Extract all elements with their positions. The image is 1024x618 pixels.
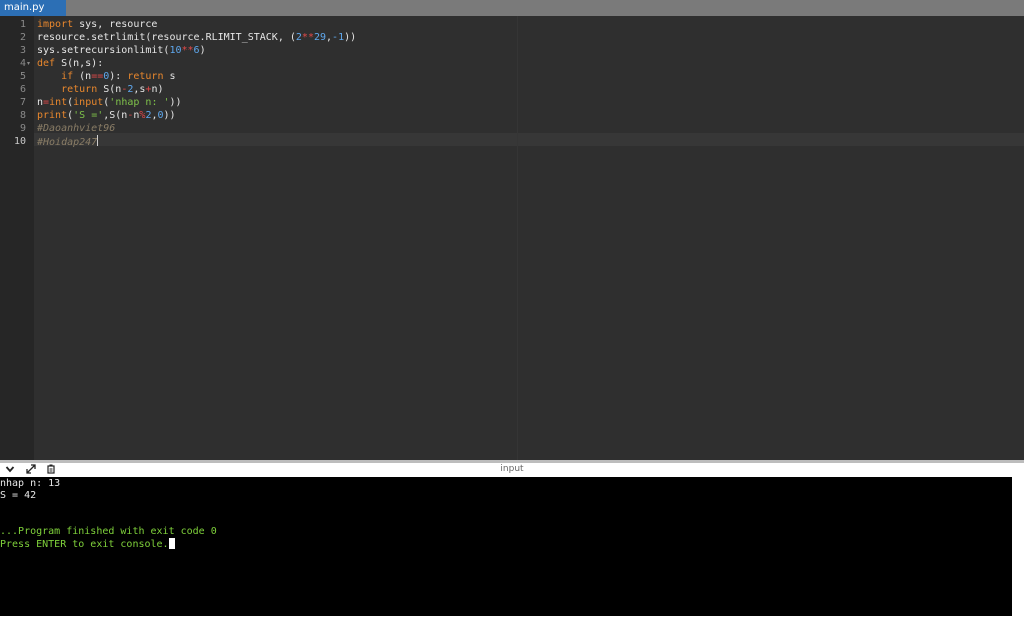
code-line[interactable]: resource.setrlimit(resource.RLIMIT_STACK… <box>37 31 356 44</box>
console-line-text: S = 42 <box>0 490 37 501</box>
console-scrollbar[interactable] <box>1012 477 1024 618</box>
code-token: print <box>37 110 68 121</box>
code-line[interactable]: if (n==0): return s <box>37 70 176 83</box>
code-token: ** <box>181 45 194 56</box>
console-line: nhap n: 13 <box>0 478 60 490</box>
code-token: )) <box>169 97 182 108</box>
console-line-text: ...Program finished with exit code 0 <box>0 526 217 537</box>
code-token: #Hoidap247 <box>37 137 98 148</box>
line-number: 4 <box>19 58 26 69</box>
code-token: ) <box>199 45 206 56</box>
settings-icon[interactable] <box>45 464 57 476</box>
line-number: 3 <box>19 45 26 56</box>
code-token: import <box>37 19 74 30</box>
console-line: Press ENTER to exit console. <box>0 538 175 551</box>
code-token: 29 <box>313 32 327 43</box>
code-line[interactable]: sys.setrecursionlimit(10**6) <box>37 44 206 57</box>
code-line[interactable]: #Daoanhviet96 <box>37 122 115 135</box>
code-token: -1 <box>332 32 345 43</box>
code-token: #Daoanhviet96 <box>37 123 116 134</box>
line-number: 2 <box>19 32 26 43</box>
code-line[interactable]: import sys, resource <box>37 18 157 31</box>
console-line-text: Press ENTER to exit console. <box>0 539 169 550</box>
code-token: ,s <box>133 84 146 95</box>
tab-bar: main.py <box>0 0 1024 16</box>
code-line[interactable]: print('S =',S(n-n%2,0)) <box>37 109 176 122</box>
code-token: s <box>163 71 176 82</box>
line-number: 5 <box>19 71 26 82</box>
code-token: == <box>91 71 104 82</box>
code-token: def <box>37 58 56 69</box>
code-token: )) <box>344 32 357 43</box>
console-cursor <box>168 538 175 549</box>
code-token: input <box>73 97 104 108</box>
chevron-down-icon[interactable] <box>4 464 16 476</box>
expand-icon[interactable] <box>25 464 37 476</box>
code-token: 10 <box>169 45 182 56</box>
code-line[interactable]: n=int(input('nhap n: ')) <box>37 96 182 109</box>
code-token: n) <box>151 84 164 95</box>
fold-toggle-icon[interactable]: ▾ <box>27 57 30 70</box>
code-token: resource.setrlimit(resource.RLIMIT_STACK… <box>37 32 296 43</box>
line-number: 8 <box>19 110 26 121</box>
active-line-highlight <box>34 133 1024 146</box>
code-token: int <box>49 97 68 108</box>
line-number: 7 <box>19 97 26 108</box>
console-line: S = 42 <box>0 490 36 502</box>
code-token: return <box>61 84 98 95</box>
line-number: 1 <box>19 19 26 30</box>
code-line[interactable]: return S(n-2,s+n) <box>37 83 164 96</box>
code-editor[interactable]: 1 2 3 4 5 6 7 8 9 10 ▾ import sys, resource resourc… <box>0 16 1024 460</box>
line-number: 6 <box>19 84 26 95</box>
print-margin <box>517 16 518 460</box>
console-line-text: nhap n: 13 <box>0 478 61 489</box>
line-number: 9 <box>19 123 26 134</box>
code-token: (n <box>73 71 92 82</box>
code-token: 'S =' <box>73 110 104 121</box>
console-line: ...Program finished with exit code 0 <box>0 526 217 538</box>
line-number-gutter: 1 2 3 4 5 6 7 8 9 10 ▾ <box>0 16 34 460</box>
code-token: if <box>61 71 74 82</box>
code-token: sys.setrecursionlimit( <box>37 45 170 56</box>
line-number: 10 <box>13 136 26 147</box>
code-token: ** <box>301 32 314 43</box>
code-line[interactable]: def S(n,s): <box>37 57 103 70</box>
code-token: 'nhap n: ' <box>109 97 170 108</box>
code-token: S(n <box>97 84 122 95</box>
text-cursor <box>97 135 99 146</box>
console-title: input <box>500 464 524 474</box>
console-output[interactable]: nhap n: 13 S = 42 ...Program finished with… <box>0 477 1012 616</box>
code-token: ,S(n <box>103 110 128 121</box>
code-token: ): <box>109 71 128 82</box>
tab-main-py[interactable]: main.py <box>0 0 66 16</box>
code-line[interactable]: #Hoidap247 <box>37 135 99 149</box>
code-token: return <box>127 71 164 82</box>
code-token: S(n,s): <box>55 58 104 69</box>
code-token: sys, resource <box>73 19 158 30</box>
console-toolbar: input <box>0 463 1024 477</box>
code-token: )) <box>163 110 176 121</box>
